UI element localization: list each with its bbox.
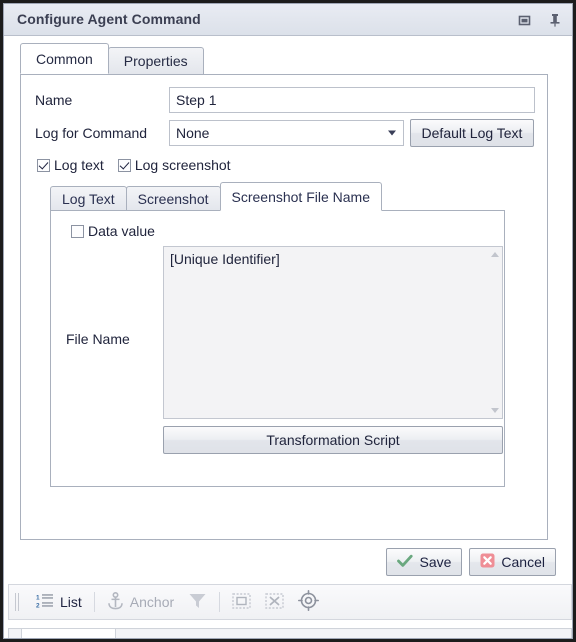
file-name-textarea-scrollbar[interactable]	[487, 247, 502, 418]
toolbar-separator-2	[219, 592, 221, 612]
delete-region-icon	[265, 592, 284, 613]
tab-common[interactable]: Common	[20, 43, 109, 74]
select-region-icon	[232, 592, 251, 613]
title-bar: Configure Agent Command	[4, 4, 572, 36]
target-crosshair-icon	[298, 590, 320, 614]
scroll-up-arrow-icon[interactable]	[490, 252, 499, 257]
log-text-checkbox[interactable]: Log text	[37, 157, 104, 173]
log-for-command-select[interactable]: None	[169, 120, 404, 146]
log-screenshot-checkbox-box	[117, 158, 131, 172]
name-input[interactable]: Step 1	[169, 87, 535, 113]
name-label: Name	[35, 92, 73, 108]
screenshot-file-name-panel: Data value File Name [Unique Identifier]…	[50, 210, 505, 487]
bottom-tab-html[interactable]: HTML	[339, 629, 408, 639]
pin-icon[interactable]	[546, 12, 563, 29]
log-screenshot-checkbox[interactable]: Log screenshot	[117, 157, 231, 173]
target-button[interactable]	[291, 587, 326, 617]
anchor-button[interactable]: Anchor	[100, 589, 181, 616]
save-button[interactable]: Save	[386, 548, 463, 576]
list-button-label: List	[60, 594, 82, 610]
drag-grip[interactable]	[15, 592, 24, 612]
bottom-tab-configure-label: Configure	[36, 638, 101, 639]
tab-common-label: Common	[36, 50, 93, 67]
data-value-checkbox-label: Data value	[88, 223, 155, 239]
tab-screenshot-label: Screenshot	[137, 191, 209, 207]
svg-text:2: 2	[36, 602, 40, 609]
name-row: Name Step 1	[35, 87, 535, 113]
anchor-button-label: Anchor	[129, 594, 175, 610]
funnel-filter-icon	[188, 592, 207, 613]
delete-region-button[interactable]	[258, 589, 291, 616]
list-button[interactable]: 1 2 List	[29, 590, 89, 615]
bottom-tab-xpath[interactable]: XPath	[116, 629, 185, 639]
log-screenshot-checkbox-label: Log screenshot	[134, 157, 231, 173]
inner-tab-strip: Log Text Screenshot Screenshot File Name	[50, 181, 383, 211]
log-for-command-label: Log for Command	[35, 125, 148, 141]
filter-button[interactable]	[181, 589, 214, 616]
transformation-script-button[interactable]: Transformation Script	[163, 426, 503, 454]
tab-properties-label: Properties	[123, 53, 188, 69]
tab-properties[interactable]: Properties	[107, 47, 204, 74]
svg-text:1: 1	[36, 594, 40, 601]
check-icon	[397, 554, 414, 571]
cancel-x-icon	[480, 553, 495, 571]
window-title: Configure Agent Command	[17, 11, 201, 27]
outer-tab-strip: Common Properties	[20, 43, 204, 74]
dialog-window-inner: Configure Agent Command Common Propertie…	[3, 3, 573, 639]
numbered-list-icon: 1 2	[36, 593, 54, 612]
bottom-tab-bar: Configure XPath Data Tree View HTML	[8, 628, 572, 639]
select-region-button[interactable]	[225, 589, 258, 616]
tab-screenshot-file-name-label: Screenshot File Name	[231, 188, 371, 205]
title-bar-buttons	[516, 4, 563, 36]
tab-log-text-label: Log Text	[62, 191, 115, 207]
bottom-tab-html-label: HTML	[353, 638, 394, 639]
tab-log-text[interactable]: Log Text	[50, 186, 127, 211]
dialog-footer-buttons: Save Cancel	[386, 548, 556, 576]
tab-screenshot-file-name[interactable]: Screenshot File Name	[219, 182, 383, 211]
default-log-text-button[interactable]: Default Log Text	[410, 119, 534, 147]
file-name-textarea-value: [Unique Identifier]	[170, 251, 280, 267]
dialog-window: Configure Agent Command Common Propertie…	[0, 0, 576, 642]
bottom-tab-tree-view[interactable]: Tree View	[245, 629, 340, 639]
file-name-label: File Name	[66, 331, 130, 347]
tab-screenshot[interactable]: Screenshot	[125, 186, 221, 211]
bottom-tab-data-label: Data	[199, 638, 231, 639]
file-name-textarea[interactable]: [Unique Identifier]	[163, 246, 503, 419]
data-value-checkbox[interactable]: Data value	[71, 223, 155, 239]
data-value-checkbox-box	[71, 224, 84, 238]
log-options-row: Log text Log screenshot	[37, 155, 231, 175]
log-for-command-row: Log for Command None Default Log Text	[35, 119, 535, 147]
bottom-tab-data[interactable]: Data	[185, 629, 245, 639]
bottom-tab-xpath-label: XPath	[130, 638, 171, 639]
anchor-icon	[107, 591, 124, 613]
common-tab-panel: Name Step 1 Log for Command None Default…	[20, 74, 548, 540]
chevron-down-icon	[388, 130, 396, 136]
maximize-icon[interactable]	[516, 12, 533, 29]
toolbar-separator-1	[93, 592, 95, 612]
scroll-down-arrow-icon[interactable]	[490, 408, 499, 413]
dialog-body: Common Properties Name Step 1 Log for Co…	[4, 36, 572, 638]
log-text-checkbox-label: Log text	[54, 157, 104, 173]
log-for-command-value: None	[176, 125, 210, 141]
cancel-button[interactable]: Cancel	[469, 548, 556, 576]
save-button-label: Save	[419, 554, 452, 570]
bottom-toolbar: 1 2 List Anchor	[8, 584, 572, 620]
cancel-button-label: Cancel	[501, 554, 545, 570]
log-text-checkbox-box	[37, 158, 50, 172]
bottom-tab-tree-view-label: Tree View	[259, 638, 326, 639]
bottom-tab-configure[interactable]: Configure	[21, 629, 117, 639]
